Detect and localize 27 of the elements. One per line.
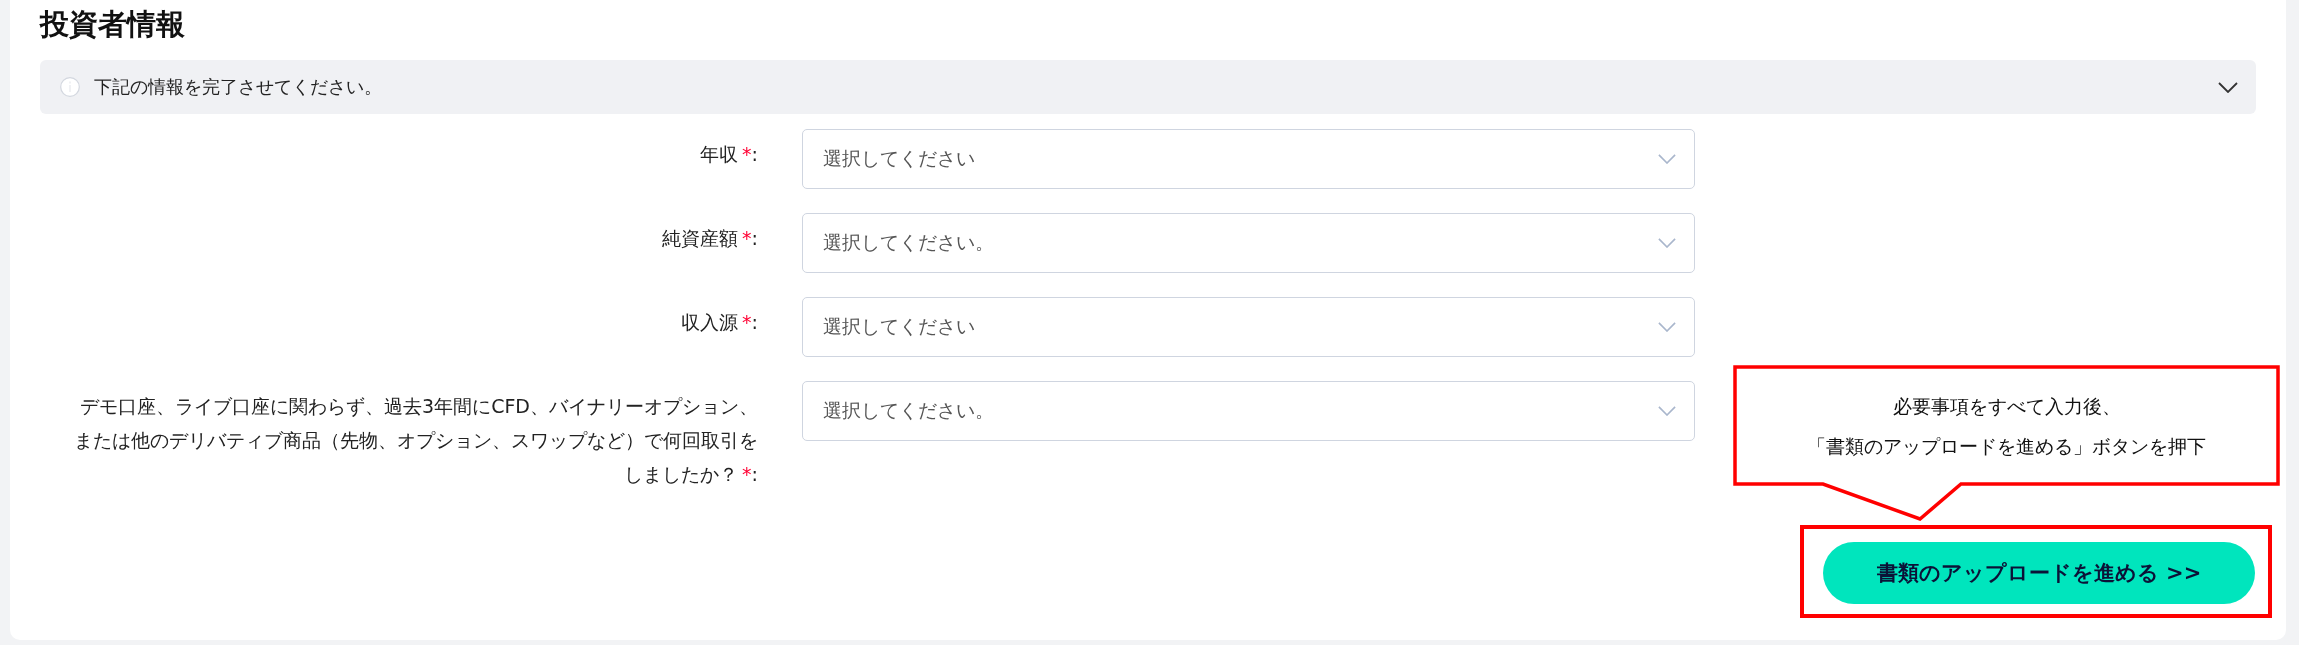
field-label: 年収 *: [699, 142, 758, 167]
select-field[interactable]: 選択してください [802, 297, 1695, 357]
field-label: デモ口座、ライブ口座に関わらず、過去3年間にCFD、バイナリーオプション、または他のデリバティブ商品（先物、オプション、スワップなど）で何回取引をしましたか？ *: [73, 394, 758, 487]
chevron-down-icon [1658, 238, 1676, 248]
upload-documents-button[interactable]: 書類のアップロードを進める >> [1823, 542, 2255, 604]
required-mark: * [742, 143, 752, 165]
field-label: 収入源 *: [680, 310, 758, 335]
required-mark: * [742, 463, 752, 485]
select-field[interactable]: 選択してください [802, 129, 1695, 189]
required-mark: * [742, 227, 752, 249]
chevron-down-icon [1658, 322, 1676, 332]
chevron-down-icon [2218, 81, 2238, 93]
label-colon: : [751, 227, 758, 249]
section-title: 投資者情報 [40, 6, 186, 43]
required-mark: * [742, 311, 752, 333]
select-field[interactable]: 選択してください。 [802, 213, 1695, 273]
field-label: 純資産額 *: [661, 226, 758, 251]
label-colon: : [751, 311, 758, 333]
callout-text: 必要事項をすべて入力後、 「書類のアップロードを進める」ボタンを押下 [1807, 393, 2206, 459]
info-icon [60, 77, 80, 97]
label-colon: : [751, 463, 758, 485]
label-colon: : [751, 143, 758, 165]
chevron-down-icon [1658, 406, 1676, 416]
info-text: 下記の情報を完了させてください。 [94, 75, 383, 99]
select-field[interactable]: 選択してください。 [802, 381, 1695, 441]
info-bar[interactable]: 下記の情報を完了させてください。 [40, 60, 2256, 114]
chevron-down-icon [1658, 154, 1676, 164]
